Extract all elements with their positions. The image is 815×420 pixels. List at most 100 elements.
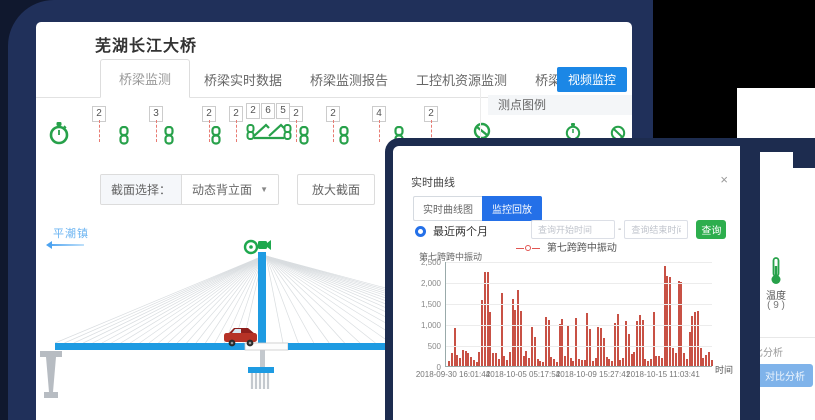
chart-bar [603, 338, 605, 366]
chart-bar [539, 361, 541, 366]
chart-bar [520, 311, 522, 366]
chart-bar [581, 360, 583, 366]
y-tick-label: 500 [401, 342, 441, 351]
chart-bar [525, 351, 527, 366]
chart-bar [683, 353, 685, 366]
bridge-pylon [258, 252, 266, 347]
main-tab-1[interactable]: 桥梁实时数据 [190, 61, 296, 98]
chart-bar [700, 348, 702, 366]
chart-bar [448, 361, 450, 366]
bridge-deck-left [55, 343, 245, 350]
chart-bar [639, 315, 641, 366]
last-two-months-radio[interactable] [415, 226, 426, 237]
chart-bar [470, 357, 472, 366]
sensor-count-badge: 2 [246, 103, 260, 119]
chart-bar [678, 281, 680, 366]
chart-bar [708, 352, 710, 366]
chart-bar [689, 332, 691, 366]
chart-bar [465, 351, 467, 366]
chart-bar [564, 356, 566, 366]
camera-icon[interactable] [245, 240, 271, 253]
chart-bar [476, 362, 478, 366]
bridge-pier-piles [252, 373, 268, 389]
section-select-label: 截面选择： [101, 175, 182, 204]
chart-bar [537, 359, 539, 366]
chart-bar [553, 359, 555, 366]
chain-icon[interactable] [210, 126, 222, 145]
chart-bar [611, 361, 613, 366]
chart-bar [664, 266, 666, 366]
sensor-dash-line [156, 120, 157, 142]
chart-bar [509, 352, 511, 366]
sensor-dash-line [296, 120, 297, 142]
date-range-separator: - [618, 224, 621, 235]
chart-bar [559, 324, 561, 366]
vibration-chart [445, 262, 712, 367]
chain-icon[interactable] [338, 126, 350, 145]
sensor-marker: 2 [202, 103, 216, 122]
modal-title: 实时曲线 [411, 174, 455, 190]
chain-icon[interactable] [118, 126, 130, 145]
main-tab-2[interactable]: 桥梁监测报告 [296, 61, 402, 98]
chart-bar [584, 360, 586, 366]
chart-bar [467, 353, 469, 366]
chart-bar [644, 359, 646, 366]
modal-tab-1[interactable]: 监控回放 [482, 196, 542, 221]
thermometer-icon [769, 256, 783, 286]
video-monitor-button[interactable]: 视频监控 [557, 67, 627, 92]
sensor-count-badge: 5 [276, 103, 290, 119]
compare-analysis-button[interactable]: 对比分析 [757, 364, 813, 387]
close-icon[interactable]: × [720, 173, 728, 186]
enlarge-section-button[interactable]: 放大截面 [297, 174, 375, 205]
gridline [446, 283, 712, 284]
legend-panel-title: 测点图例 [488, 95, 632, 115]
chart-bar [548, 320, 550, 366]
chart-bar [691, 316, 693, 366]
chart-bar [542, 362, 544, 366]
chart-bar [451, 353, 453, 366]
chart-bar [570, 358, 572, 366]
chart-bar [675, 353, 677, 366]
query-start-time-input[interactable] [531, 220, 615, 239]
modal-tab-0[interactable]: 实时曲线图 [413, 196, 482, 221]
main-tab-3[interactable]: 工控机资源监测 [402, 61, 521, 98]
chart-bar [628, 334, 630, 366]
section-toolbar: 截面选择： 动态背立面 ▼ 放大截面 [100, 174, 375, 205]
chart-bar [672, 348, 674, 366]
chart-bar [589, 329, 591, 366]
chart-bar [625, 321, 627, 366]
chain-icon[interactable] [163, 126, 175, 145]
chart-bar [655, 356, 657, 367]
chart-bar [506, 360, 508, 366]
chain-icon[interactable] [298, 126, 310, 145]
legend-series-name: 第七跨跨中振动 [547, 243, 617, 254]
section-select-value: 动态背立面 [192, 181, 252, 198]
sensor-cluster: 265 [246, 103, 292, 142]
query-end-time-input[interactable] [624, 220, 688, 239]
chart-bar [686, 359, 688, 366]
chart-bar [456, 355, 458, 366]
sensor-marker: 2 [424, 103, 438, 122]
section-select-dropdown[interactable]: 动态背立面 ▼ [182, 175, 278, 204]
sensor-marker: 2 [92, 103, 106, 122]
chart-bar [600, 328, 602, 366]
legend-marker-icon [516, 245, 540, 251]
chart-bar [487, 272, 489, 366]
sensor-dash-line [333, 120, 334, 142]
chart-bar [517, 290, 519, 366]
y-tick-label: 1,500 [401, 300, 441, 309]
chart-bar [528, 358, 530, 366]
chart-bar [614, 323, 616, 366]
main-tab-0[interactable]: 桥梁监测 [100, 59, 190, 98]
stopwatch-icon[interactable] [49, 122, 69, 146]
chart-bar [711, 360, 713, 366]
chart-bar [633, 352, 635, 366]
chart-bar [586, 313, 588, 366]
chart-bar [492, 353, 494, 366]
chart-bar [650, 359, 652, 366]
crane-sensor-icon[interactable] [246, 122, 292, 142]
last-two-months-label: 最近两个月 [433, 223, 488, 239]
chart-bar [523, 356, 525, 366]
query-button[interactable]: 查询 [696, 220, 726, 239]
chart-bar [484, 272, 486, 367]
